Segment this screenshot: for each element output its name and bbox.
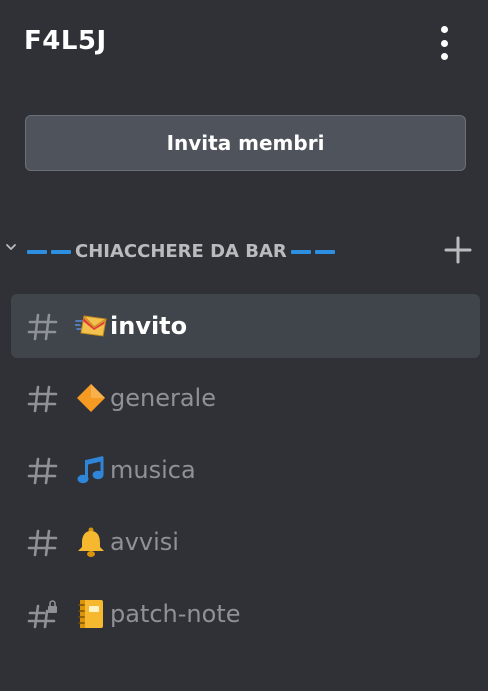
divider-dash: [314, 249, 335, 254]
server-header[interactable]: F4L5J: [0, 0, 488, 86]
category-label: CHIACCHERE DA BAR: [27, 241, 335, 262]
channel-name: patch-note: [110, 600, 241, 628]
category-header[interactable]: CHIACCHERE DA BAR: [0, 232, 488, 272]
incoming-envelope-icon: [75, 315, 107, 337]
hash-icon: [27, 457, 58, 485]
divider-dash: [290, 249, 311, 254]
channel-item-invito[interactable]: invito: [11, 294, 480, 358]
channel-name: musica: [110, 456, 196, 484]
hash-icon: [27, 385, 58, 413]
locked-hash-icon: [27, 600, 57, 629]
channel-item-avvisi[interactable]: avvisi: [11, 510, 480, 574]
channel-name: generale: [110, 384, 216, 412]
kebab-menu-icon[interactable]: [434, 26, 454, 60]
notebook-icon: [78, 600, 103, 628]
plus-icon[interactable]: [444, 236, 472, 264]
chevron-down-icon[interactable]: [5, 241, 17, 253]
bell-icon: [78, 527, 104, 557]
hash-icon: [27, 529, 58, 557]
divider-dash: [51, 249, 71, 254]
orange-diamond-icon: [77, 384, 105, 412]
invite-members-button[interactable]: Invita membri: [25, 115, 466, 171]
hash-icon: [27, 313, 58, 341]
channel-name: avvisi: [110, 528, 179, 556]
channel-item-patch-note[interactable]: patch-note: [11, 582, 480, 646]
channel-sidebar: F4L5J Invita membri CHIACCHERE DA BAR in…: [0, 0, 488, 691]
channel-item-generale[interactable]: generale: [11, 366, 480, 430]
musical-note-icon: [77, 456, 104, 484]
divider-dash: [27, 249, 47, 254]
channel-item-musica[interactable]: musica: [11, 438, 480, 502]
category-name: CHIACCHERE DA BAR: [75, 241, 287, 262]
server-name: F4L5J: [24, 26, 107, 56]
channel-name: invito: [110, 312, 188, 340]
